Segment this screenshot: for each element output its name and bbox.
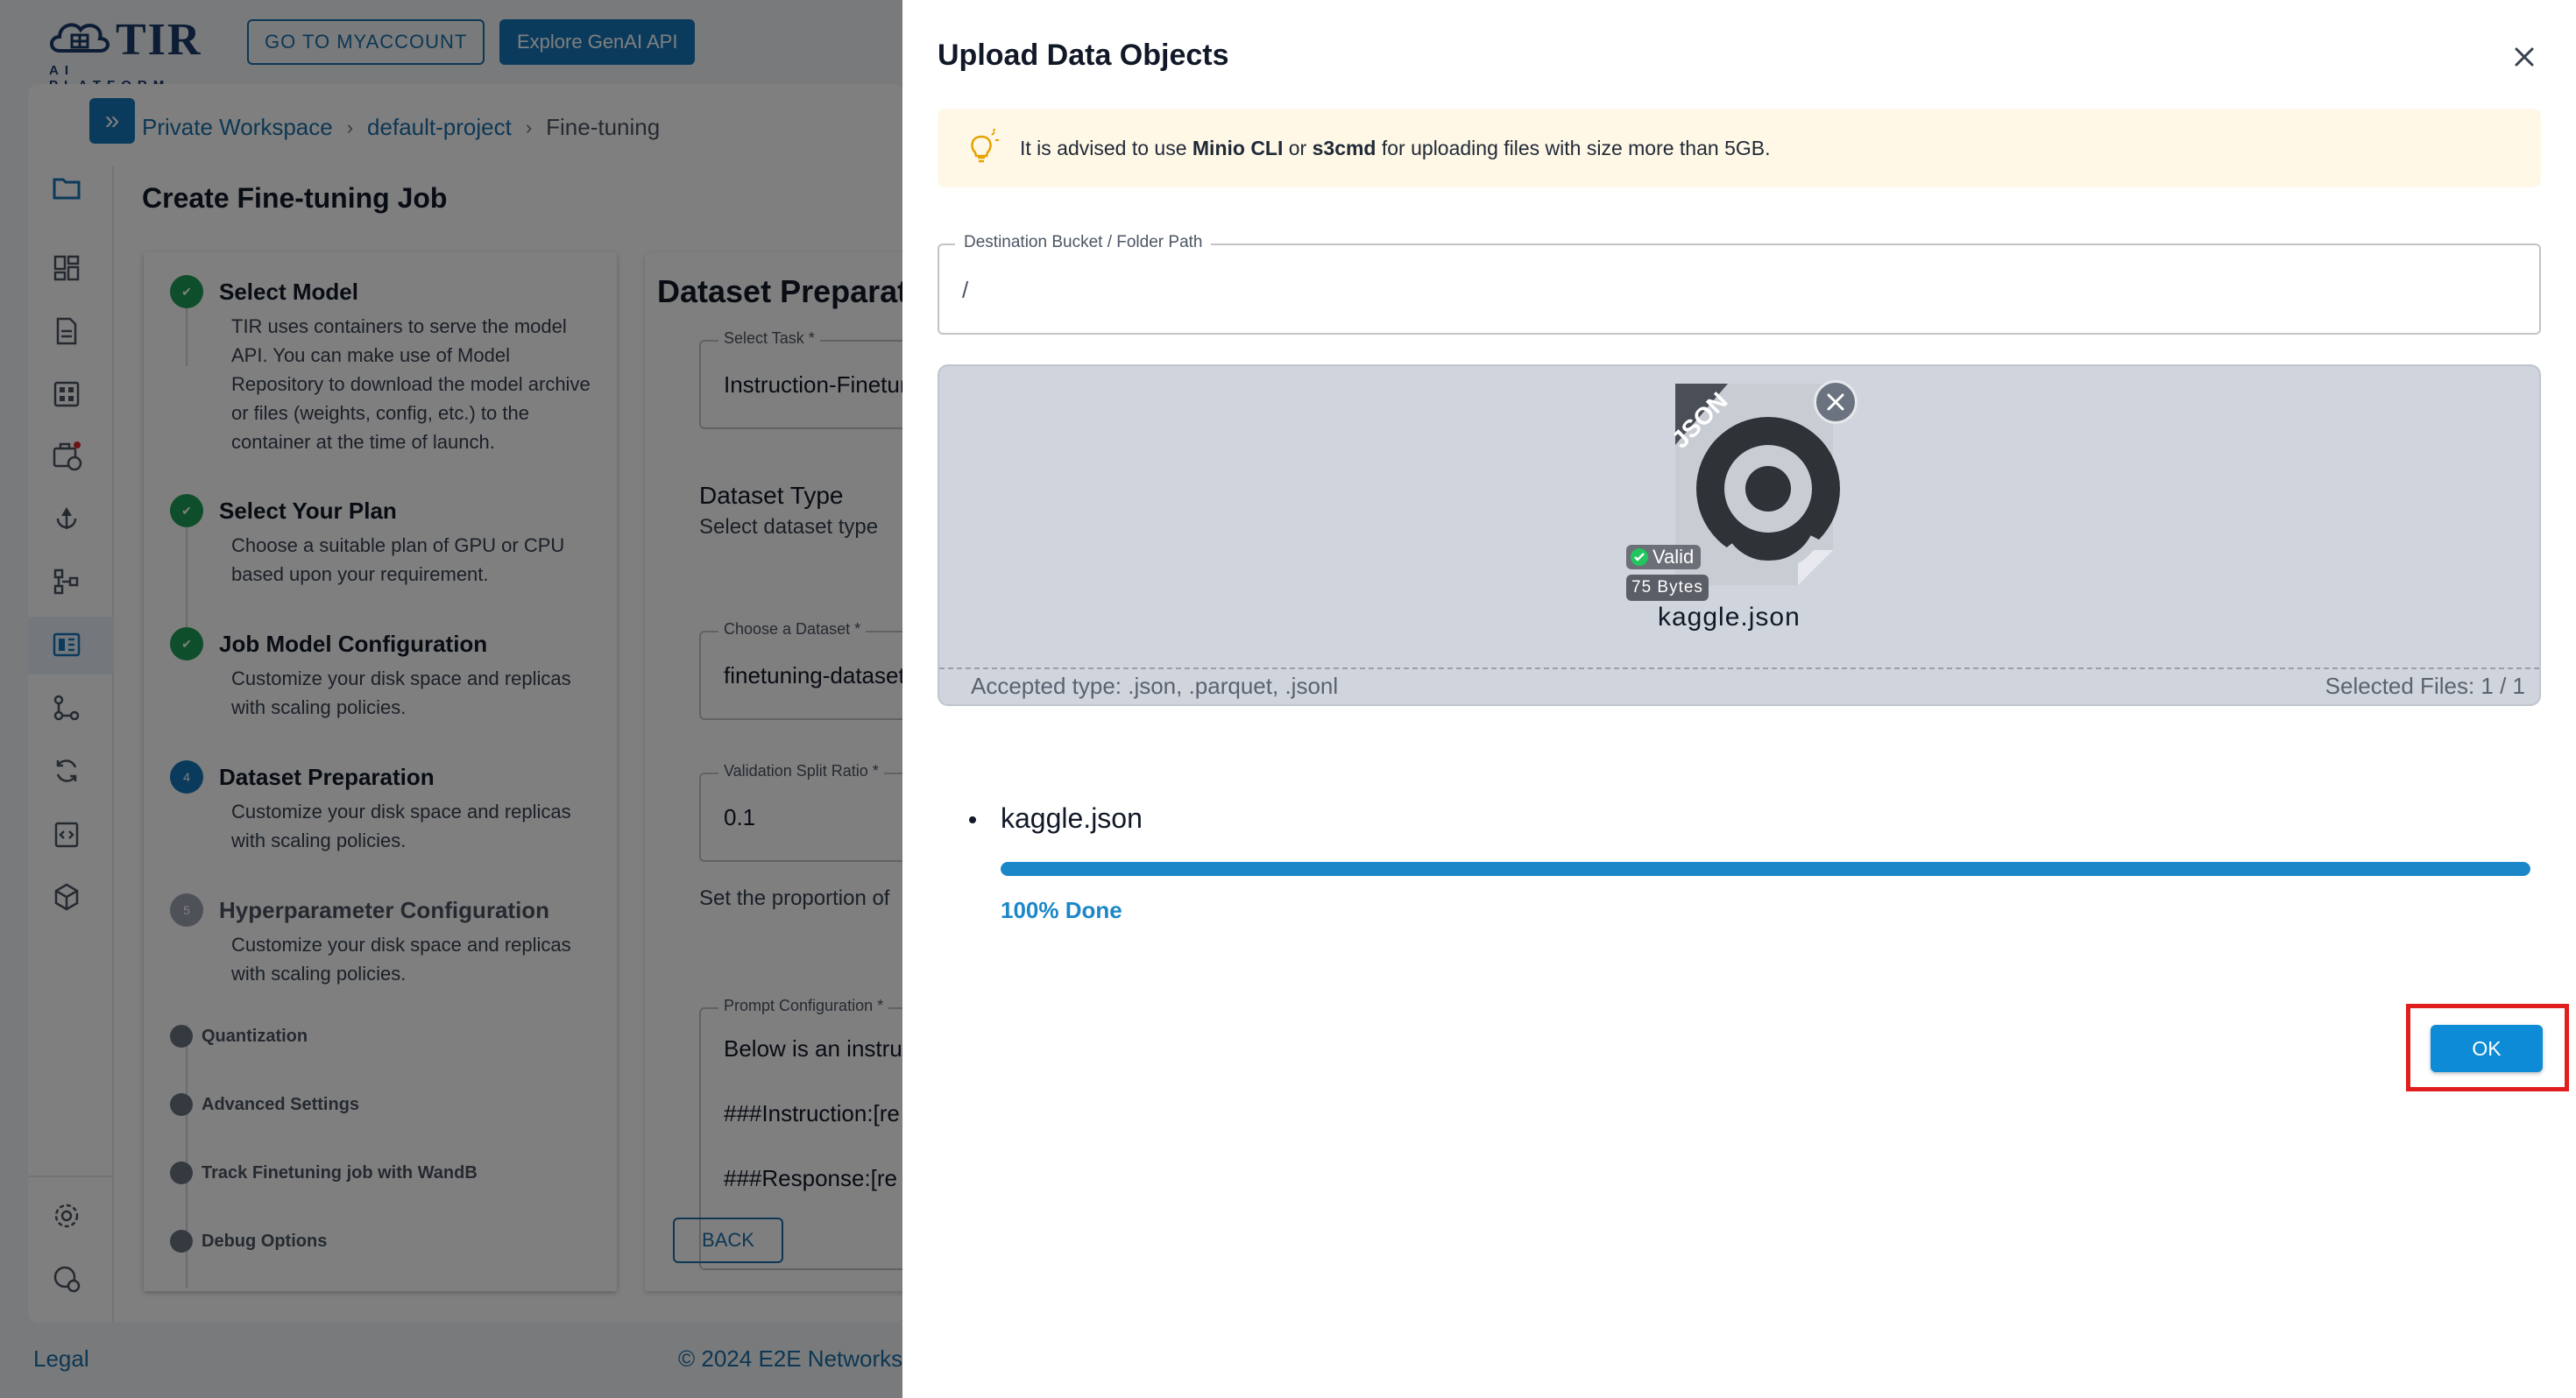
- list-bullet: [969, 816, 976, 823]
- destination-label: Destination Bucket / Folder Path: [955, 233, 1212, 252]
- dropzone-footer: Accepted type: .json, .parquet, .jsonl S…: [939, 667, 2539, 704]
- advisory-alert: It is advised to use Minio CLI or s3cmd …: [938, 109, 2541, 187]
- accepted-types: Accepted type: .json, .parquet, .jsonl: [971, 673, 1339, 699]
- close-icon[interactable]: [2509, 42, 2539, 72]
- lightbulb-icon: [962, 128, 1001, 166]
- valid-label: Valid: [1652, 546, 1695, 568]
- upload-progress-fill: [1001, 862, 2530, 876]
- destination-path-field[interactable]: Destination Bucket / Folder Path /: [938, 233, 2541, 335]
- dialog-title: Upload Data Objects: [938, 39, 1229, 72]
- valid-badge: Valid: [1626, 545, 1702, 569]
- alert-message: It is advised to use Minio CLI or s3cmd …: [1020, 137, 1771, 160]
- upload-file-name: kaggle.json: [1001, 802, 1143, 834]
- close-icon: [1827, 393, 1844, 411]
- remove-file-button[interactable]: [1814, 380, 1858, 424]
- file-dropzone[interactable]: JSON Valid 75 Bytes kaggle.json Accepted…: [938, 364, 2541, 706]
- ok-button[interactable]: OK: [2431, 1025, 2543, 1072]
- file-size-badge: 75 Bytes: [1626, 575, 1709, 601]
- alert-tool-minio: Minio CLI: [1192, 137, 1284, 159]
- alert-tool-s3cmd: s3cmd: [1312, 137, 1376, 159]
- upload-data-objects-drawer: Upload Data Objects It is advised to use…: [902, 0, 2576, 1398]
- selected-files-count: Selected Files: 1 / 1: [2325, 673, 2525, 699]
- check-circle-icon: [1631, 548, 1648, 566]
- alert-text: or: [1283, 137, 1313, 159]
- modal-backdrop[interactable]: [0, 0, 902, 1398]
- file-name: kaggle.json: [1658, 603, 1801, 632]
- upload-progress-bar: [1001, 862, 2530, 876]
- destination-value: /: [962, 277, 969, 303]
- upload-status: 100% Done: [1001, 897, 1122, 923]
- alert-text: for uploading files with size more than …: [1376, 137, 1771, 159]
- alert-text: It is advised to use: [1020, 137, 1192, 159]
